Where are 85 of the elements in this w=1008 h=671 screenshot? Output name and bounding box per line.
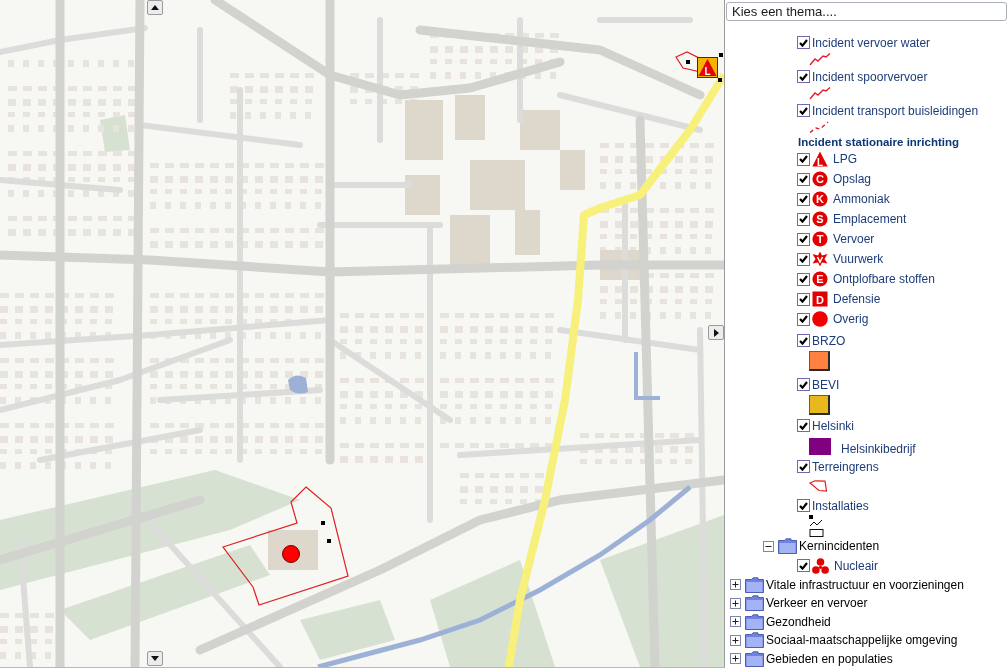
layer-checkbox[interactable] [797, 419, 810, 432]
layer-label: Ontplofbare stoffen [833, 272, 935, 286]
vertex-handle-icon [719, 53, 723, 57]
folder-icon [778, 538, 797, 555]
letter-circle-icon: K [812, 191, 828, 207]
layer-checkbox[interactable] [797, 378, 810, 391]
vertex-handle-icon [718, 78, 722, 82]
zigzag-line-icon [809, 87, 831, 100]
layer-label: Incident transport buisleidingen [812, 103, 979, 118]
layer-label: Vervoer [833, 232, 875, 246]
folder-icon [745, 632, 764, 649]
layer-label: Incident spoorvervoer [812, 69, 928, 84]
folder-icon [745, 576, 764, 593]
layer-checkbox[interactable] [797, 292, 810, 306]
dot-icon [812, 311, 828, 327]
layer-checkbox[interactable] [797, 460, 810, 473]
layer-checkbox[interactable] [797, 104, 810, 117]
layer-label: Overig [833, 312, 869, 326]
tree-toggle-icon[interactable] [730, 634, 741, 646]
warning-triangle-icon: L [812, 151, 828, 167]
trefoil-icon [812, 557, 829, 574]
folder-icon [745, 650, 764, 667]
layer-checkbox[interactable] [797, 312, 810, 326]
layer-checkbox[interactable] [797, 272, 810, 286]
layer-checkbox[interactable] [797, 252, 810, 266]
folder-label[interactable]: Kernincidenten [799, 539, 880, 554]
letter-circle-icon: T [812, 231, 828, 247]
tree-toggle-icon[interactable] [730, 616, 741, 628]
warning-marker-icon: L [697, 57, 718, 78]
layer-checkbox[interactable] [797, 36, 810, 49]
caret-right-icon [713, 328, 719, 337]
layer-checkbox[interactable] [797, 152, 810, 166]
layer-label: Defensie [833, 292, 881, 306]
pan-up-button[interactable] [147, 0, 163, 15]
layer-checkbox[interactable] [797, 232, 810, 246]
theme-select[interactable]: Kies een thema.... [726, 2, 1007, 21]
outline-polygon-icon [809, 480, 830, 492]
box-with-zigzag-icon [809, 514, 824, 537]
layer-label: Opslag [833, 172, 872, 186]
vertex-handle-icon [327, 539, 331, 543]
letter-square-icon: D [812, 291, 828, 307]
layer-label: LPG [833, 152, 857, 166]
tree-toggle-icon[interactable] [730, 579, 741, 591]
layer-checkbox[interactable] [797, 334, 810, 347]
folder-icon [745, 613, 764, 630]
layer-label: BEVI [812, 377, 840, 392]
dashed-line-icon [809, 121, 829, 133]
pan-down-button[interactable] [147, 651, 163, 666]
vertex-handle-icon [321, 521, 325, 525]
layer-label: Ammoniak [833, 192, 890, 206]
layer-label: Nucleair [834, 558, 878, 573]
pan-right-button[interactable] [708, 325, 724, 340]
burst-icon [812, 251, 828, 267]
layer-label: Emplacement [833, 212, 907, 226]
letter-circle-icon: S [812, 211, 828, 227]
folder-label[interactable]: Gezondheid [766, 614, 831, 629]
caret-down-icon [151, 656, 159, 661]
folder-label[interactable]: Verkeer en vervoer [766, 596, 868, 611]
layer-label: Helsinki [812, 418, 854, 433]
layer-checkbox[interactable] [797, 192, 810, 206]
layer-group-heading: Incident stationaire inrichting [798, 136, 960, 148]
layer-label: Vuurwerk [833, 252, 884, 266]
tree-toggle-icon[interactable] [730, 597, 741, 609]
layer-checkbox[interactable] [797, 70, 810, 83]
layer-checkbox[interactable] [797, 172, 810, 186]
tree-toggle-icon[interactable] [730, 653, 741, 665]
layer-checkbox[interactable] [797, 559, 810, 572]
letter-circle-icon: E [812, 271, 828, 287]
incident-dot-icon [282, 545, 300, 563]
folder-label[interactable]: Vitale infrastructuur en voorzieningen [766, 577, 964, 592]
swatch-caption: Helsinkibedrijf [841, 442, 916, 456]
layer-label: Terreingrens [812, 459, 879, 474]
layer-label: Incident vervoer water [812, 35, 931, 50]
tree-toggle-icon[interactable] [763, 540, 774, 552]
letter-circle-icon: C [812, 171, 828, 187]
layer-label: Installaties [812, 498, 869, 513]
vertex-handle-icon [686, 60, 690, 64]
folder-label[interactable]: Gebieden en populaties [766, 651, 893, 666]
folder-label[interactable]: Sociaal-maatschappelijke omgeving [766, 633, 958, 648]
layer-checkbox[interactable] [797, 212, 810, 226]
folder-icon [745, 595, 764, 612]
caret-up-icon [151, 5, 159, 10]
layer-label: BRZO [812, 333, 846, 348]
layer-checkbox[interactable] [797, 499, 810, 512]
zigzag-line-icon [809, 53, 831, 66]
